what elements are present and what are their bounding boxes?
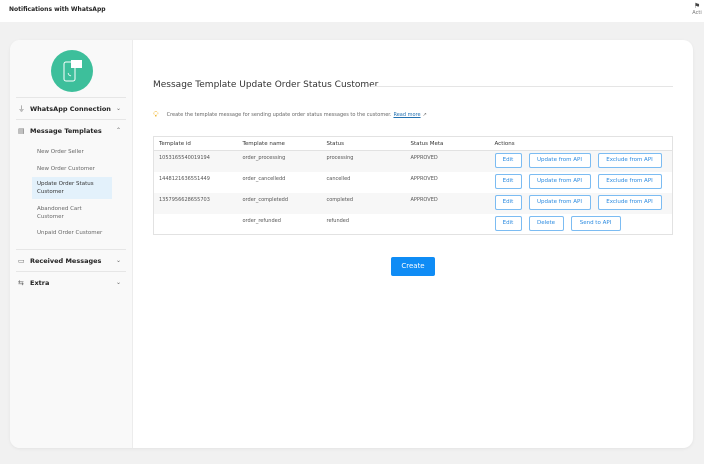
cell-name: order_completedd (237, 192, 322, 214)
sidebar-item-unpaid-order-customer[interactable]: Unpaid Order Customer (32, 226, 112, 240)
col-template-id: Template id (153, 136, 238, 151)
cell-status: processing (321, 150, 406, 172)
section-label: Extra (30, 278, 50, 287)
col-actions: Actions (489, 136, 673, 151)
cell-meta: APPROVED (405, 192, 490, 214)
chevron-up-icon: ⌃ (116, 127, 122, 134)
page-title: Message Template Update Order Status Cus… (153, 80, 379, 90)
read-more-link[interactable]: Read more (393, 112, 420, 118)
lightbulb-icon: 💡︎ (153, 110, 159, 119)
cell-id: 1448121636551449 (159, 175, 210, 182)
cell-id (154, 214, 238, 235)
cell-actions: Edit Update from API Exclude from API (490, 172, 673, 193)
top-bar: Notifications with WhatsApp ⚑ Acti (0, 0, 704, 22)
cell-meta: APPROVED (405, 150, 490, 172)
cell-name: order_processing (237, 150, 322, 172)
message-icon: ▭ (18, 256, 25, 265)
hint-message: Create the template message for sending … (166, 112, 392, 118)
activity-label: Acti (692, 10, 702, 16)
sidebar-section-whatsapp-connection[interactable]: ⏚ WhatsApp Connection ⌄ (16, 97, 126, 119)
cell-actions: Edit Update from API Exclude from API (489, 150, 673, 172)
col-template-name: Template name (237, 136, 322, 151)
table-row: order_refunded refunded Edit Delete Send to … (154, 214, 673, 235)
table-row: 1357956628655703 order_completedd complete… (153, 192, 673, 214)
update-from-api-button[interactable]: Update from API (528, 173, 591, 189)
table-row: 1053165540019194 order_processing processi… (153, 150, 673, 172)
cell-status: completed (321, 192, 406, 214)
whatsapp-logo (51, 50, 93, 92)
activity-button[interactable]: ⚑ Acti (690, 2, 704, 16)
sidebar-item-update-order-status-customer[interactable]: Update Order Status Customer (32, 177, 112, 199)
table-header: Template id Template name Status Status … (153, 136, 673, 151)
flag-icon: ⚑ (693, 2, 701, 10)
chevron-down-icon: ⌄ (116, 279, 122, 286)
app-title: Notifications with WhatsApp (9, 6, 106, 13)
col-status: Status (321, 136, 406, 151)
cell-id: 1053165540019194 (153, 150, 238, 172)
sidebar-item-new-order-seller[interactable]: New Order Seller (32, 145, 112, 159)
edit-button[interactable]: Edit (494, 194, 522, 210)
exclude-from-api-button[interactable]: Exclude from API (597, 173, 662, 189)
cell-meta: APPROVED (410, 175, 438, 182)
chevron-down-icon: ⌄ (116, 105, 122, 112)
plug-icon: ⏚ (18, 104, 25, 113)
cell-status: refunded (326, 217, 350, 224)
sidebar-section-message-templates[interactable]: ▤ Message Templates ⌃ (16, 119, 126, 141)
phone-chat-icon (63, 60, 82, 82)
template-icon: ▤ (18, 126, 25, 135)
templates-table: Template id Template name Status Status … (153, 136, 673, 235)
cell-meta (406, 214, 490, 235)
hint-text: 💡︎ Create the template message for sendin… (153, 110, 427, 120)
update-from-api-button[interactable]: Update from API (528, 194, 591, 210)
edit-button[interactable]: Edit (494, 173, 522, 189)
section-label: WhatsApp Connection (30, 104, 111, 113)
cell-actions: Edit Update from API Exclude from API (489, 192, 673, 214)
exclude-from-api-button[interactable]: Exclude from API (597, 194, 662, 210)
edit-button[interactable]: Edit (494, 215, 522, 231)
send-to-api-button[interactable]: Send to API (570, 215, 621, 231)
main-content: Message Template Update Order Status Cus… (133, 40, 693, 448)
edit-button[interactable]: Edit (494, 153, 522, 168)
chevron-down-icon: ⌄ (116, 257, 122, 264)
sidebar: ⏚ WhatsApp Connection ⌄ ▤ Message Templates… (10, 40, 133, 448)
external-link-icon: ↗ (422, 112, 427, 118)
cell-status: cancelled (326, 175, 351, 182)
section-label: Message Templates (30, 126, 102, 135)
table-row: 1448121636551449 order_cancelledd cancelle… (154, 172, 673, 193)
exclude-from-api-button[interactable]: Exclude from API (597, 153, 662, 168)
section-label: Received Messages (30, 256, 102, 265)
title-divider (371, 86, 673, 87)
col-status-meta: Status Meta (405, 136, 490, 151)
delete-button[interactable]: Delete (528, 215, 564, 231)
sidebar-item-abandoned-cart-customer[interactable]: Abandoned Cart Customer (32, 202, 92, 224)
cell-actions: Edit Delete Send to API (490, 214, 673, 235)
sidebar-section-received-messages[interactable]: ▭ Received Messages ⌄ (16, 249, 126, 271)
cell-name: order_cancelledd (242, 175, 286, 182)
sidebar-section-extra[interactable]: ⇆ Extra ⌄ (16, 271, 126, 293)
cell-id: 1357956628655703 (153, 192, 238, 214)
sliders-icon: ⇆ (18, 278, 24, 287)
cell-name: order_refunded (242, 217, 281, 224)
settings-card: ⏚ WhatsApp Connection ⌄ ▤ Message Templates… (10, 40, 693, 448)
update-from-api-button[interactable]: Update from API (528, 153, 591, 168)
sidebar-item-new-order-customer[interactable]: New Order Customer (32, 162, 112, 176)
create-button[interactable]: Create (391, 257, 435, 276)
